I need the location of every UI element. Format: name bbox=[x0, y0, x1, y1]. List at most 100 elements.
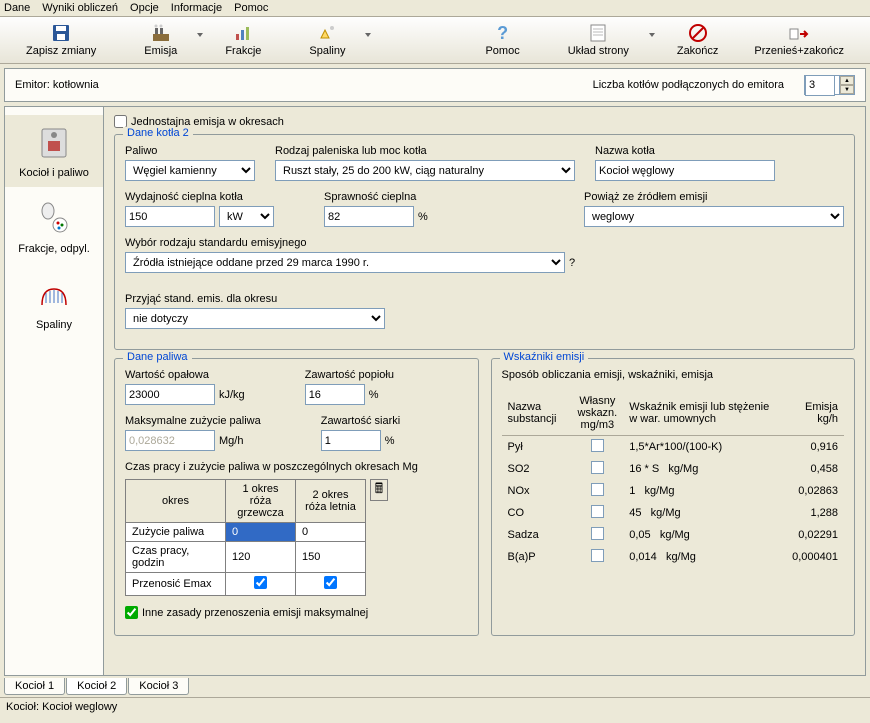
siarka-unit: % bbox=[385, 435, 395, 447]
spinner-down[interactable]: ▼ bbox=[840, 85, 854, 94]
sprawnosc-input[interactable] bbox=[324, 206, 414, 227]
wydajnosc-unit-select[interactable]: kW bbox=[219, 206, 274, 227]
wybor-select[interactable]: Źródła istniejące oddane przed 29 marca … bbox=[125, 252, 565, 273]
menu-informacje[interactable]: Informacje bbox=[171, 2, 222, 14]
inne-zasady-checkbox[interactable] bbox=[125, 606, 138, 619]
own-indicator-checkbox[interactable] bbox=[591, 527, 604, 540]
emission-value: 0,02291 bbox=[784, 524, 844, 546]
emission-unit: kg/Mg bbox=[645, 485, 675, 497]
wydajnosc-label: Wydajność cieplna kotła bbox=[125, 191, 274, 203]
boiler-count-input[interactable] bbox=[805, 75, 835, 96]
paliwo-select[interactable]: Węgiel kamienny bbox=[125, 160, 255, 181]
page-icon bbox=[588, 23, 608, 43]
max-label: Maksymalne zużycie paliwa bbox=[125, 415, 261, 427]
czas-label: Czas pracy i zużycie paliwa w poszczegól… bbox=[125, 461, 468, 473]
menu-pomoc[interactable]: Pomoc bbox=[234, 2, 268, 14]
chevron-down-icon bbox=[649, 33, 655, 37]
group-dane-paliwa-title: Dane paliwa bbox=[123, 351, 192, 363]
content-area: Jednostajna emisja w okresach Dane kotła… bbox=[104, 106, 866, 676]
sidebar-tab-spaliny[interactable]: Spaliny bbox=[5, 267, 103, 339]
tab-kociol-3[interactable]: Kocioł 3 bbox=[128, 678, 189, 695]
wydajnosc-input[interactable] bbox=[125, 206, 215, 227]
transfer-icon bbox=[789, 23, 809, 43]
powiaz-select[interactable]: weglowy bbox=[584, 206, 844, 227]
cell-czas-1[interactable]: 120 bbox=[226, 542, 296, 573]
own-indicator-checkbox[interactable] bbox=[591, 549, 604, 562]
emax-check-1[interactable] bbox=[254, 576, 267, 589]
own-indicator-checkbox[interactable] bbox=[591, 439, 604, 452]
wartosc-input[interactable] bbox=[125, 384, 215, 405]
boiler-count-spinner[interactable]: ▲ ▼ bbox=[804, 75, 855, 95]
emission-name: Pył bbox=[502, 436, 572, 459]
tab-kociol-1[interactable]: Kocioł 1 bbox=[4, 678, 65, 695]
emission-unit: kg/Mg bbox=[668, 463, 698, 475]
chart-icon bbox=[233, 23, 253, 43]
group-wskazniki-title: Wskaźniki emisji bbox=[500, 351, 589, 363]
emission-factor: 45 bbox=[629, 507, 641, 519]
emax-check-2[interactable] bbox=[324, 576, 337, 589]
menu-opcje[interactable]: Opcje bbox=[130, 2, 159, 14]
toolbar: Zapisz zmiany Emisja Frakcje Spaliny ? P… bbox=[0, 17, 870, 64]
wybor-help[interactable]: ? bbox=[569, 257, 575, 269]
emission-name: SO2 bbox=[502, 458, 572, 480]
emission-name: NOx bbox=[502, 480, 572, 502]
toolbar-pomoc[interactable]: ? Pomoc bbox=[467, 21, 537, 59]
boiler-icon bbox=[34, 123, 74, 163]
own-indicator-checkbox[interactable] bbox=[591, 483, 604, 496]
cell-zuzycie-1[interactable]: 0 bbox=[226, 523, 296, 542]
inne-zasady-label: Inne zasady przenoszenia emisji maksymal… bbox=[142, 607, 368, 619]
chevron-down-icon bbox=[365, 33, 371, 37]
sidebar-tab-frakcje[interactable]: Frakcje, odpyl. bbox=[5, 191, 103, 263]
sidebar-tab-kociol[interactable]: Kocioł i paliwo bbox=[5, 115, 103, 187]
siarka-input[interactable] bbox=[321, 430, 381, 451]
sidebar-tab-frakcje-label: Frakcje, odpyl. bbox=[18, 243, 90, 255]
bottom-tabs: Kocioł 1 Kocioł 2 Kocioł 3 bbox=[4, 678, 866, 695]
emission-name: B(a)P bbox=[502, 546, 572, 568]
toolbar-przenies-label: Przenieś+zakończ bbox=[754, 45, 844, 57]
nazwa-input[interactable] bbox=[595, 160, 775, 181]
popiol-input[interactable] bbox=[305, 384, 365, 405]
chevron-down-icon bbox=[197, 33, 203, 37]
group-dane-kotla: Dane kotła 2 Paliwo Węgiel kamienny Rodz… bbox=[114, 134, 855, 350]
rodzaj-select[interactable]: Ruszt stały, 25 do 200 kW, ciąg naturaln… bbox=[275, 160, 575, 181]
th-okres2: 2 okres róża letnia bbox=[296, 480, 366, 523]
row-zuzycie: Zużycie paliwa bbox=[126, 523, 226, 542]
toolbar-save[interactable]: Zapisz zmiany bbox=[8, 21, 114, 59]
cell-zuzycie-2[interactable]: 0 bbox=[296, 523, 366, 542]
statusbar: Kocioł: Kocioł weglowy bbox=[0, 697, 870, 716]
emission-name: Sadza bbox=[502, 524, 572, 546]
cell-czas-2[interactable]: 150 bbox=[296, 542, 366, 573]
toolbar-emisja[interactable]: Emisja bbox=[114, 21, 207, 59]
sprawnosc-unit: % bbox=[418, 211, 428, 223]
emission-unit: kg/Mg bbox=[651, 507, 681, 519]
own-indicator-checkbox[interactable] bbox=[591, 461, 604, 474]
emission-value: 0,458 bbox=[784, 458, 844, 480]
toolbar-spaliny[interactable]: Spaliny bbox=[279, 21, 375, 59]
emission-name: CO bbox=[502, 502, 572, 524]
menu-wyniki[interactable]: Wyniki obliczeń bbox=[42, 2, 118, 14]
emission-factor: 16 * S bbox=[629, 463, 659, 475]
cell-przenosic-2[interactable] bbox=[296, 573, 366, 596]
toolbar-zakoncz[interactable]: Zakończ bbox=[659, 21, 737, 59]
toolbar-uklad[interactable]: Układ strony bbox=[538, 21, 659, 59]
emission-unit: kg/Mg bbox=[660, 529, 690, 541]
przyjac-select[interactable]: nie dotyczy bbox=[125, 308, 385, 329]
group-wskazniki: Wskaźniki emisji Sposób obliczania emisj… bbox=[491, 358, 856, 636]
toolbar-save-label: Zapisz zmiany bbox=[26, 45, 96, 57]
toolbar-frakcje[interactable]: Frakcje bbox=[207, 21, 279, 59]
own-indicator-checkbox[interactable] bbox=[591, 505, 604, 518]
calculator-button[interactable]: 🖩 bbox=[370, 479, 388, 501]
tab-kociol-2[interactable]: Kocioł 2 bbox=[66, 678, 127, 695]
menu-dane[interactable]: Dane bbox=[4, 2, 30, 14]
powiaz-label: Powiąż ze źródłem emisji bbox=[584, 191, 844, 203]
przyjac-label: Przyjąć stand. emis. dla okresu bbox=[125, 293, 385, 305]
wybor-label: Wybór rodzaju standardu emisyjnego bbox=[125, 237, 844, 249]
toolbar-zakoncz-label: Zakończ bbox=[677, 45, 719, 57]
boiler-count-label: Liczba kotłów podłączonych do emitora bbox=[593, 79, 784, 91]
save-icon bbox=[51, 23, 71, 43]
cell-przenosic-1[interactable] bbox=[226, 573, 296, 596]
toolbar-przenies[interactable]: Przenieś+zakończ bbox=[736, 21, 862, 59]
emission-factor: 0,014 bbox=[629, 551, 657, 563]
uniform-emission-label: Jednostajna emisja w okresach bbox=[131, 116, 284, 128]
spinner-up[interactable]: ▲ bbox=[840, 76, 854, 85]
